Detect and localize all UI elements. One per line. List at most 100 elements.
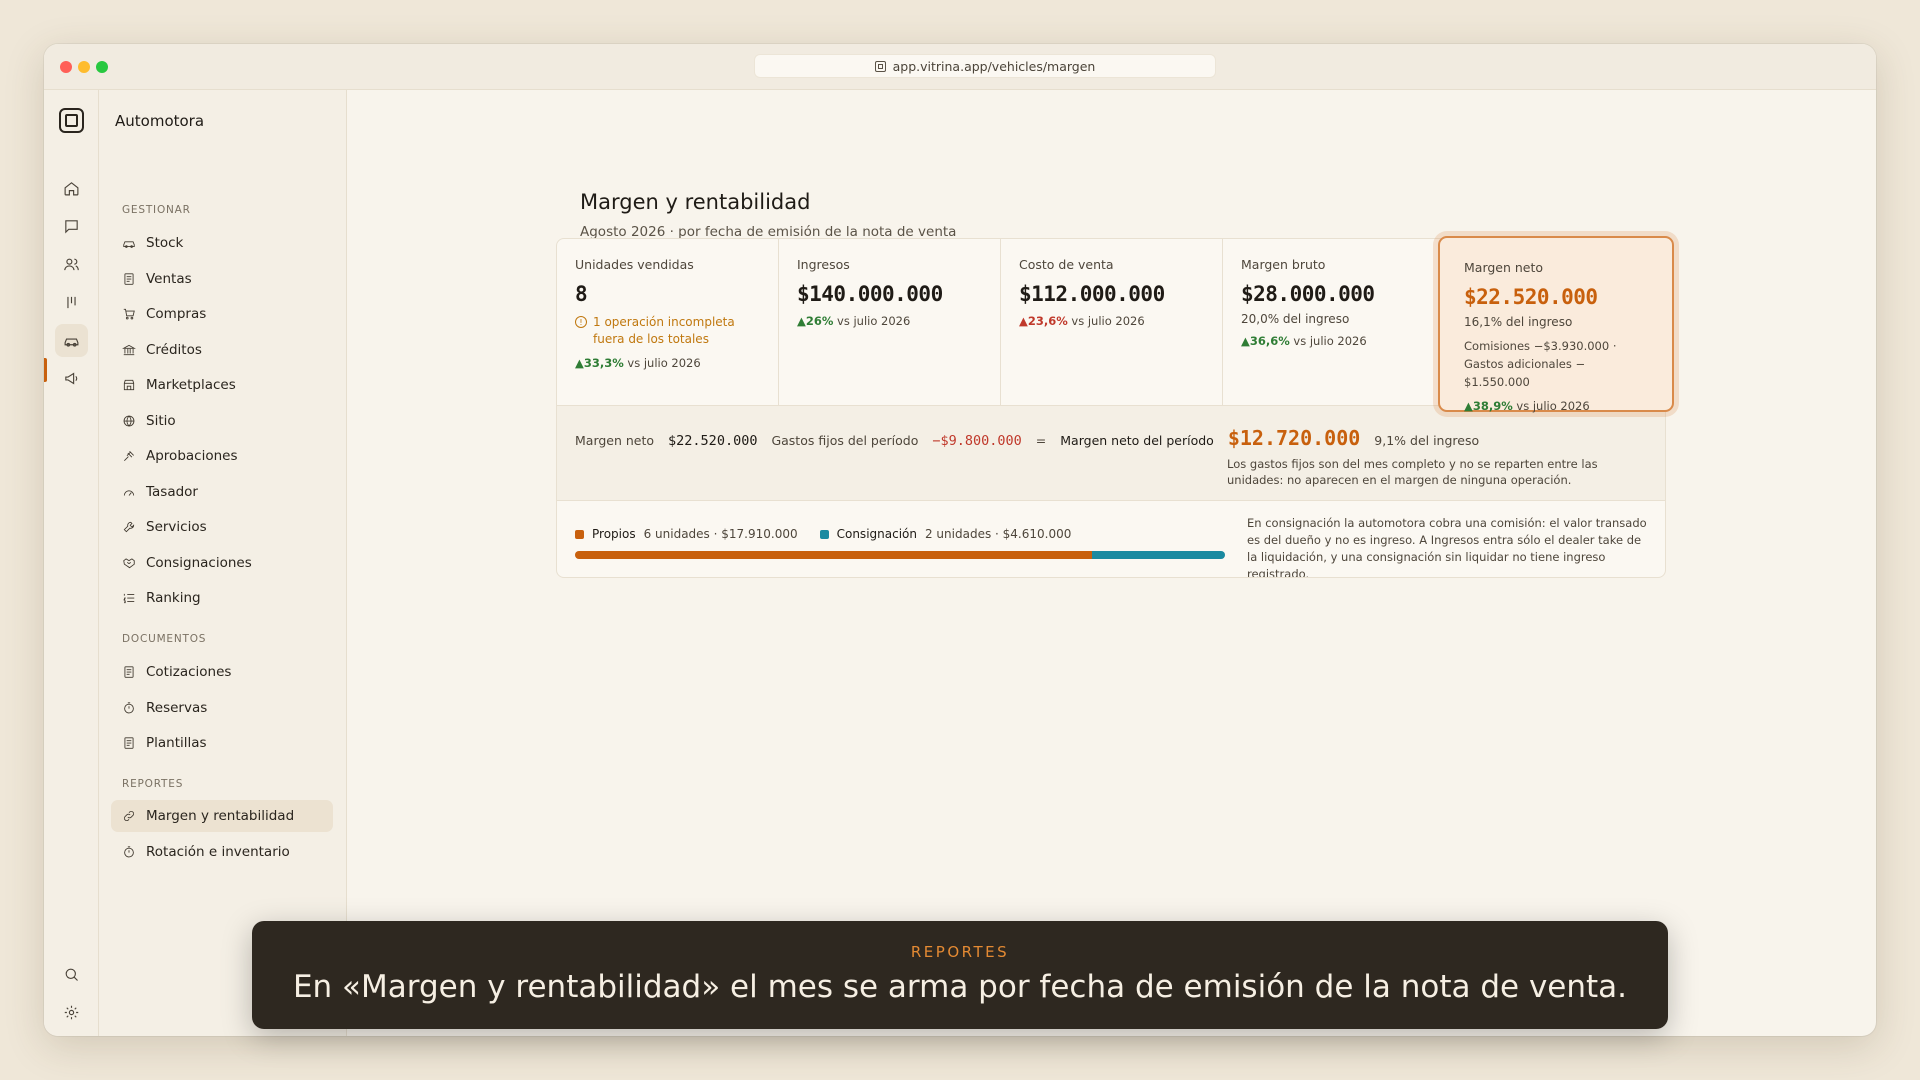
sidebar-item-label: Ranking <box>146 590 201 606</box>
rail-marketing[interactable] <box>55 362 88 395</box>
incomplete-warning[interactable]: ! 1 operación incompleta fuera de los to… <box>575 314 760 348</box>
sidebar-item-margen[interactable]: Margen y rentabilidad <box>111 800 333 832</box>
fixed-costs-note: Los gastos fijos son del mes completo y … <box>1227 457 1598 487</box>
kpi-label: Costo de venta <box>1019 257 1114 272</box>
net-period-equation: Margen neto $22.520.000 Gastos fijos del… <box>575 426 1479 450</box>
kpi-delta: ▲26% vs julio 2026 <box>797 314 911 328</box>
sidebar-item-plantillas[interactable]: Plantillas <box>111 727 333 759</box>
rail-contacts[interactable] <box>55 248 88 281</box>
sidebar-item-ranking[interactable]: Ranking <box>111 582 333 614</box>
kpi-neto[interactable]: Margen neto $22.520.000 16,1% del ingres… <box>1438 236 1674 413</box>
sidebar-item-label: Tasador <box>146 484 198 500</box>
ownership-split-row: Propios 6 unidades · $17.910.000 Consign… <box>557 501 1665 578</box>
sidebar-item-cotizaciones[interactable]: Cotizaciones <box>111 656 333 688</box>
kpi-delta: ▲33,3% vs julio 2026 <box>575 356 701 370</box>
fixed-costs-value: −$9.800.000 <box>932 433 1022 449</box>
sidebar-item-label: Stock <box>146 235 184 251</box>
kpi-value: $22.520.000 <box>1464 285 1598 309</box>
kpi-note: 20,0% del ingreso <box>1241 312 1350 326</box>
rail-pipeline[interactable] <box>55 286 88 319</box>
document-icon <box>124 737 134 749</box>
kpi-bruto[interactable]: Margen bruto $28.000.000 20,0% del ingre… <box>1223 239 1445 405</box>
split-bar-propios <box>575 551 1092 559</box>
sidebar-item-label: Reservas <box>146 700 208 716</box>
close-window-button[interactable] <box>60 61 72 73</box>
sidebar-item-label: Marketplaces <box>146 377 236 393</box>
cart-icon <box>123 308 135 320</box>
timer-icon <box>124 702 134 714</box>
kpi-detail: Comisiones −$3.930.000 · Gastos adiciona… <box>1464 339 1617 389</box>
sidebar-item-label: Rotación e inventario <box>146 844 290 860</box>
address-bar[interactable]: app.vitrina.app/vehicles/margen <box>754 54 1216 78</box>
chat-icon <box>65 220 78 234</box>
search-icon <box>65 968 78 981</box>
sidebar-item-label: Aprobaciones <box>146 448 238 464</box>
home-icon <box>64 182 79 196</box>
handshake-icon <box>123 558 135 569</box>
legend-propios-name: Propios <box>592 527 636 541</box>
split-bar-consignacion <box>1091 551 1225 559</box>
gauge-icon <box>123 490 135 496</box>
gear-icon <box>64 1005 79 1020</box>
kpi-value: $112.000.000 <box>1019 282 1165 306</box>
sidebar-item-consignaciones[interactable]: Consignaciones <box>111 547 333 579</box>
net-value: $22.520.000 <box>668 433 758 449</box>
tutorial-caption: REPORTES En «Margen y rentabilidad» el m… <box>252 921 1668 1029</box>
wrench-icon <box>123 521 135 533</box>
kpi-note: 16,1% del ingreso <box>1464 315 1573 329</box>
sidebar-item-label: Margen y rentabilidad <box>146 808 295 824</box>
rail-search[interactable] <box>55 958 88 991</box>
legend-swatch-propios <box>575 529 584 539</box>
split-legend: Propios 6 unidades · $17.910.000 Consign… <box>575 527 1071 541</box>
url-text: app.vitrina.app/vehicles/margen <box>892 58 1096 74</box>
period-net-pct: 9,1% del ingreso <box>1374 433 1480 448</box>
sidebar-item-label: Compras <box>146 306 207 322</box>
app-logo-icon[interactable] <box>59 108 84 133</box>
megaphone-icon <box>65 372 78 385</box>
net-period-row: Margen neto $22.520.000 Gastos fijos del… <box>557 405 1665 501</box>
period-net-label: Margen neto del período <box>1060 433 1214 448</box>
bank-icon <box>122 344 136 356</box>
rail-settings[interactable] <box>55 996 88 1029</box>
kpi-label: Unidades vendidas <box>575 257 694 272</box>
org-name: Automotora <box>115 112 205 130</box>
kpi-costo[interactable]: Costo de venta $112.000.000 ▲23,6% vs ju… <box>1001 239 1223 405</box>
sidebar-item-marketplaces[interactable]: Marketplaces <box>111 369 333 401</box>
rail-vehicles[interactable] <box>55 324 88 357</box>
maximize-window-button[interactable] <box>96 61 108 73</box>
kpi-unidades[interactable]: Unidades vendidas 8 ! 1 operación incomp… <box>557 239 779 405</box>
kpi-delta: ▲23,6% vs julio 2026 <box>1019 314 1145 328</box>
store-icon <box>123 379 135 391</box>
minimize-window-button[interactable] <box>78 61 90 73</box>
info-icon: ! <box>575 316 587 328</box>
consignment-note: En consignación la automotora cobra una … <box>1247 516 1647 578</box>
sidebar-item-stock[interactable]: Stock <box>111 227 333 259</box>
sidebar-item-ventas[interactable]: Ventas <box>111 263 333 295</box>
kpi-value: $28.000.000 <box>1241 282 1375 306</box>
link-icon <box>124 811 134 821</box>
sidebar-item-creditos[interactable]: Créditos <box>111 334 333 366</box>
sidebar-item-sitio[interactable]: Sitio <box>111 405 333 437</box>
sidebar-item-label: Cotizaciones <box>146 664 232 680</box>
sidebar-item-label: Consignaciones <box>146 555 252 571</box>
period-net-value: $12.720.000 <box>1227 426 1361 450</box>
sidebar-item-rotacion[interactable]: Rotación e inventario <box>111 836 333 868</box>
sidebar: Automotora GESTIONAR Stock Ventas Compra… <box>99 90 347 1036</box>
sidebar-item-compras[interactable]: Compras <box>111 298 333 330</box>
kpi-delta: ▲36,6% vs julio 2026 <box>1241 334 1367 348</box>
sidebar-item-tasador[interactable]: Tasador <box>111 476 333 508</box>
car-icon <box>123 241 135 248</box>
document-icon <box>124 666 134 678</box>
kpi-label: Margen neto <box>1464 260 1544 275</box>
sidebar-item-reservas[interactable]: Reservas <box>111 692 333 724</box>
sidebar-item-servicios[interactable]: Servicios <box>111 511 333 543</box>
fixed-costs-label: Gastos fijos del período <box>771 433 919 448</box>
sidebar-item-aprobaciones[interactable]: Aprobaciones <box>111 440 333 472</box>
site-icon <box>874 60 886 72</box>
kpi-ingresos[interactable]: Ingresos $140.000.000 ▲26% vs julio 2026 <box>779 239 1001 405</box>
rail-home[interactable] <box>55 172 88 205</box>
kpi-delta: ▲38,9% vs julio 2026 <box>1464 399 1590 413</box>
rail-messages[interactable] <box>55 210 88 243</box>
sidebar-item-label: Servicios <box>146 519 207 535</box>
kpi-label: Margen bruto <box>1241 257 1326 272</box>
